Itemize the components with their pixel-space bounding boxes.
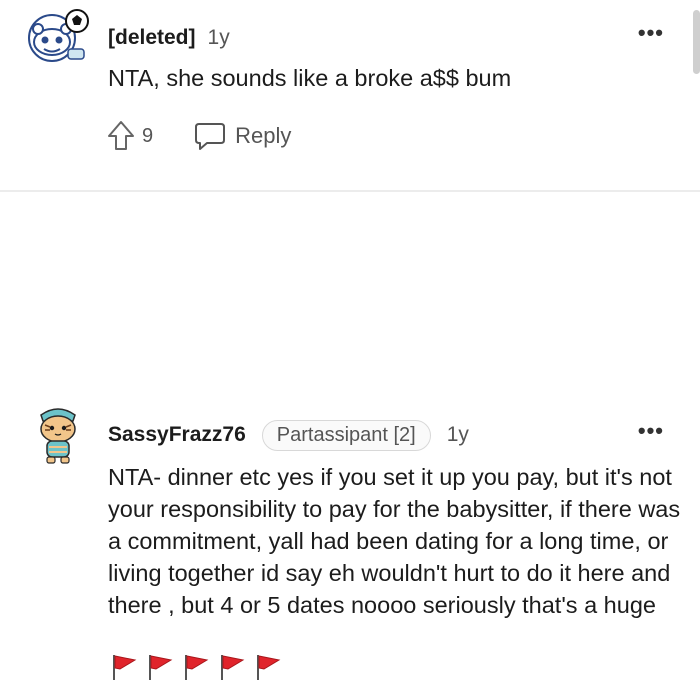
- reply-button[interactable]: Reply: [193, 121, 291, 151]
- avatar-deleted-snoo-icon[interactable]: [28, 9, 90, 64]
- upvote-control[interactable]: 9: [106, 119, 153, 153]
- comment-meta: [deleted] 1y: [108, 24, 230, 52]
- reply-bubble-icon: [195, 123, 226, 150]
- red-flag-icon: [149, 655, 173, 680]
- red-flag-emoji-row: [108, 652, 282, 682]
- comment-2: SassyFrazz76 Partassipant [2] 1y ••• NTA…: [0, 192, 700, 680]
- avatar-tiger-snoo-icon[interactable]: [33, 403, 83, 465]
- comment-age: 1y: [446, 423, 469, 446]
- more-options-icon[interactable]: •••: [638, 20, 664, 46]
- red-flag-icon: [185, 655, 209, 680]
- comment-age: 1y: [207, 26, 230, 49]
- red-flag-icon: [257, 655, 281, 680]
- author-name[interactable]: SassyFrazz76: [108, 423, 246, 447]
- author-name[interactable]: [deleted]: [108, 26, 196, 50]
- red-flag-icon: [221, 655, 245, 680]
- user-flair-badge: Partassipant [2]: [261, 419, 431, 451]
- upvote-arrow-icon[interactable]: [106, 119, 136, 153]
- comment-text: NTA- dinner etc yes if you set it up you…: [108, 464, 681, 618]
- red-flag-icon: [113, 655, 137, 680]
- comment-1: [deleted] 1y ••• NTA, she sounds like a …: [0, 0, 700, 190]
- reply-label: Reply: [235, 123, 292, 148]
- scrollbar-thumb[interactable]: [693, 10, 700, 74]
- comment-meta: SassyFrazz76 Partassipant [2] 1y: [108, 419, 469, 451]
- vote-count: 9: [142, 124, 154, 147]
- comment-text: NTA, she sounds like a broke a$$ bum: [108, 65, 512, 91]
- more-options-icon[interactable]: •••: [638, 418, 664, 444]
- comment-actions: 9 Reply: [106, 118, 291, 154]
